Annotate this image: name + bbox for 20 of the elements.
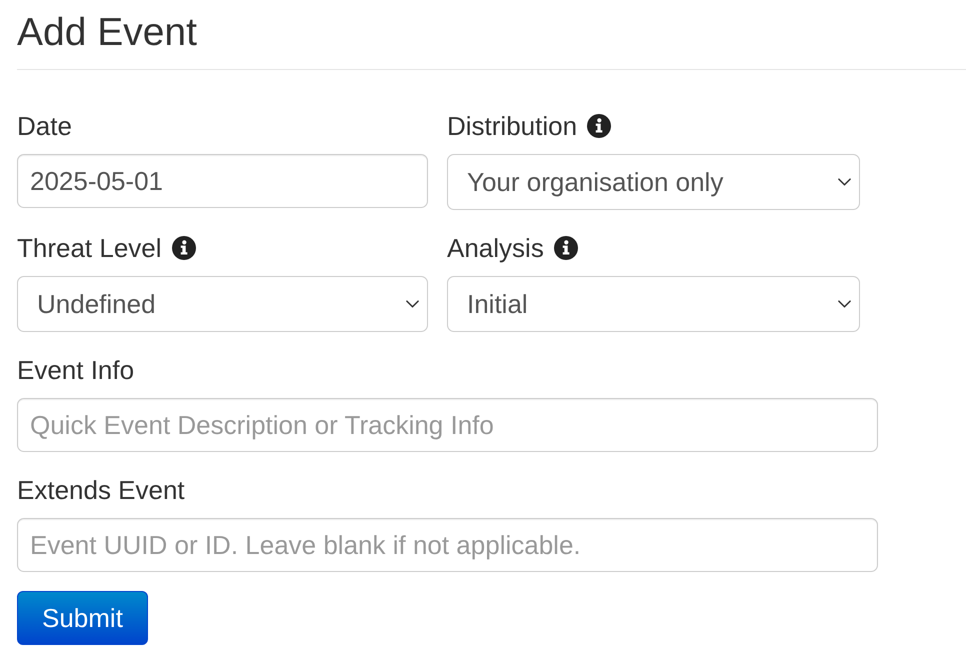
field-label: Extends Event — [17, 475, 185, 505]
text-input[interactable]: 2025-05-01 — [17, 154, 428, 208]
chevron-down-icon — [838, 178, 851, 186]
field-label: Threat Level — [17, 233, 162, 263]
chevron-down-icon — [838, 300, 851, 308]
page-title: Add Event — [17, 11, 197, 54]
dropdown[interactable]: Initial — [447, 276, 860, 332]
text-input[interactable]: Event UUID or ID. Leave blank if not applicable. — [17, 518, 878, 572]
field-label: Event Info — [17, 355, 134, 385]
submit-button[interactable]: Submit — [17, 591, 148, 645]
chevron-down-icon — [406, 300, 419, 308]
field-label: Analysis — [447, 233, 544, 263]
info-icon[interactable] — [587, 114, 612, 138]
dropdown[interactable]: Your organisation only — [447, 154, 860, 210]
info-icon[interactable] — [172, 236, 196, 260]
dropdown[interactable]: Undefined — [17, 276, 428, 332]
field-label: Date — [17, 111, 72, 141]
info-icon[interactable] — [554, 236, 578, 260]
field-label: Distribution — [447, 111, 578, 141]
text-input[interactable]: Quick Event Description or Tracking Info — [17, 398, 878, 452]
